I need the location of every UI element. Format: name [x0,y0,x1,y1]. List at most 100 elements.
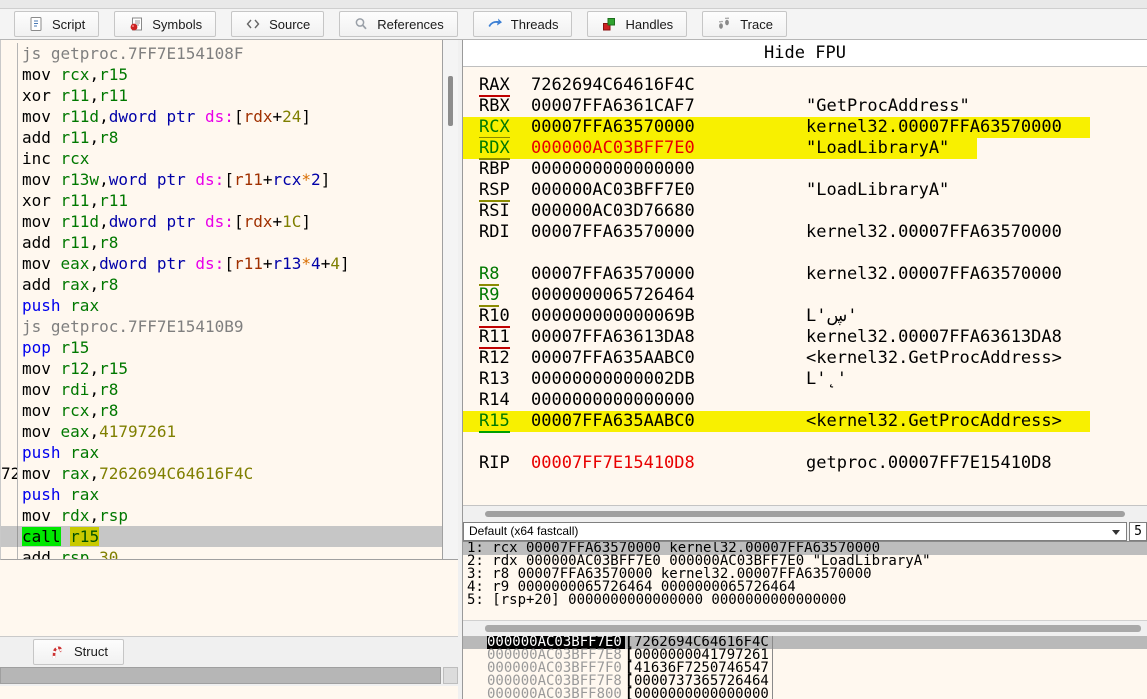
disassembly-scrollbar-thumb[interactable] [448,76,453,126]
tab-references[interactable]: References [339,11,457,37]
register-row-r8[interactable]: R800007FFA63570000kernel32.00007FFA63570… [463,264,1147,285]
register-name: RIP [479,453,531,474]
argument-row[interactable]: 5: [rsp+20] 0000000000000000 00000000000… [463,594,1147,607]
register-name: R9 [479,285,531,306]
register-value: 000000AC03BFF7E0 [531,180,806,201]
register-row-rip[interactable]: RIP00007FF7E15410D8getproc.00007FF7E1541… [463,453,1147,474]
disasm-line[interactable]: mov rdi,r8 [1,379,442,400]
register-row-rbp[interactable]: RBP0000000000000000 [463,159,1147,180]
tab-source[interactable]: Source [231,11,324,37]
registers-pane: Hide FPU RAX7262694C64616F4CRBX00007FFA6… [462,40,1147,699]
disasm-gutter [1,358,18,379]
disasm-line[interactable]: mov rcx,r15 [1,64,442,85]
register-row-rbx[interactable]: RBX00007FFA6361CAF7"GetProcAddress" [463,96,1147,117]
tab-trace[interactable]: Trace [702,11,787,37]
register-value: 00007FF7E15410D8 [531,453,806,474]
pane-splitter-handle[interactable] [485,511,1125,517]
disasm-line[interactable]: mov r11d,dword ptr ds:[rdx+1C] [1,211,442,232]
disasm-line[interactable]: js getproc.7FF7E15410B9 [1,316,442,337]
register-row-r13[interactable]: R1300000000000002DBL'˛' [463,369,1147,390]
calling-convention-select[interactable]: Default (x64 fastcall) [463,522,1127,541]
pane-splitter[interactable] [463,505,1147,522]
register-value: 000000AC03D76680 [531,201,806,222]
disasm-line[interactable]: mov rcx,r8 [1,400,442,421]
disasm-line[interactable]: mov r11d,dword ptr ds:[rdx+24] [1,106,442,127]
register-row-r10[interactable]: R10000000000000069BL'ڛ' [463,306,1147,327]
disasm-line[interactable]: mov rdx,rsp [1,505,442,526]
register-row-r9[interactable]: R90000000065726464 [463,285,1147,306]
disasm-line[interactable]: mov eax,41797261 [1,421,442,442]
tab-threads[interactable]: Threads [473,11,573,37]
register-value: 000000000000069B [531,306,806,327]
register-row-rax[interactable]: RAX7262694C64616F4C [463,75,1147,96]
register-row-rcx[interactable]: RCX00007FFA63570000kernel32.00007FFA6357… [463,117,1147,138]
register-name: R12 [479,348,531,369]
arguments-scrollbar[interactable] [463,620,1147,636]
register-row-rsi[interactable]: RSI000000AC03D76680 [463,201,1147,222]
register-name: R10 [479,306,531,327]
disasm-line[interactable]: add rax,r8 [1,274,442,295]
register-row-r12[interactable]: R1200007FFA635AABC0<kernel32.GetProcAddr… [463,348,1147,369]
register-row-rdi[interactable]: RDI00007FFA63570000kernel32.00007FFA6357… [463,222,1147,243]
disasm-line[interactable]: call r15 [1,526,442,547]
disasm-instruction: mov eax,dword ptr ds:[r11+r13*4+4] [18,253,350,274]
disasm-gutter [1,85,18,106]
disasm-line[interactable]: push rax [1,295,442,316]
hide-fpu-button[interactable]: Hide FPU [463,40,1147,67]
stack-view: 000000AC03BFF7E0[7262694C64616F4C000000A… [463,636,1147,699]
register-comment: <kernel32.GetProcAddress> [806,348,1062,369]
disasm-line[interactable]: xor r11,r11 [1,190,442,211]
disasm-line[interactable]: inc rcx [1,148,442,169]
struct-tab-row: Struct [0,637,458,666]
tab-handles[interactable]: Handles [587,11,687,37]
disasm-gutter [1,232,18,253]
disassembly-scrollbar[interactable] [443,40,458,560]
tab-struct[interactable]: Struct [33,639,124,665]
disasm-instruction: js getproc.7FF7E154108F [18,43,244,64]
disasm-instruction: push rax [18,442,99,463]
chevron-down-icon [1112,530,1120,535]
disasm-instruction: js getproc.7FF7E15410B9 [18,316,244,337]
disasm-instruction: call r15 [18,526,99,547]
tab-label: Handles [625,17,673,32]
disasm-line[interactable]: js getproc.7FF7E154108F [1,43,442,64]
register-row-rdx[interactable]: RDX000000AC03BFF7E0"LoadLibraryA" [463,138,1147,159]
disasm-line[interactable]: mov eax,dword ptr ds:[r11+r13*4+4] [1,253,442,274]
register-row-r14[interactable]: R140000000000000000 [463,390,1147,411]
disasm-instruction: add rsp,30 [18,547,118,560]
struct-scrollbar[interactable] [0,666,458,686]
stack-row[interactable]: 000000AC03BFF800[0000000000000000 [463,688,1147,699]
register-comment: "LoadLibraryA" [806,180,949,201]
disasm-line[interactable]: push rax [1,484,442,505]
arguments-scrollbar-thumb[interactable] [485,625,1141,632]
tab-script[interactable]: Script [14,11,99,37]
disasm-gutter [1,526,18,547]
disasm-line[interactable]: mov r12,r15 [1,358,442,379]
disasm-instruction: mov rcx,r15 [18,64,128,85]
toolbar: Script Symbols Source References Threads Hand… [0,0,1147,40]
argument-count-spinner[interactable]: 5 [1129,522,1147,541]
register-name: R14 [479,390,531,411]
disasm-gutter [1,484,18,505]
struct-scrollbar-thumb[interactable] [0,667,441,684]
tab-symbols[interactable]: Symbols [114,11,216,37]
disasm-line[interactable]: add r11,r8 [1,232,442,253]
disasm-instruction: xor r11,r11 [18,85,128,106]
disasm-line[interactable]: 72mov rax,7262694C64616F4C [1,463,442,484]
disasm-line[interactable]: add rsp,30 [1,547,442,560]
disasm-line[interactable]: add r11,r8 [1,127,442,148]
trace-icon [716,16,732,32]
disassembly-panel[interactable]: js getproc.7FF7E154108Fmov rcx,r15xor r1… [0,40,443,560]
disasm-gutter [1,400,18,421]
disasm-gutter [1,43,18,64]
disasm-line[interactable]: mov r13w,word ptr ds:[r11+rcx*2] [1,169,442,190]
disasm-line[interactable]: push rax [1,442,442,463]
calling-convention-value: Default (x64 fastcall) [469,524,578,538]
register-name: RAX [479,75,531,96]
disasm-line[interactable]: pop r15 [1,337,442,358]
register-comment: kernel32.00007FFA63613DA8 [806,327,1062,348]
register-row-r11[interactable]: R1100007FFA63613DA8kernel32.00007FFA6361… [463,327,1147,348]
disasm-line[interactable]: xor r11,r11 [1,85,442,106]
register-row-rsp[interactable]: RSP000000AC03BFF7E0"LoadLibraryA" [463,180,1147,201]
register-row-r15[interactable]: R1500007FFA635AABC0<kernel32.GetProcAddr… [463,411,1147,432]
